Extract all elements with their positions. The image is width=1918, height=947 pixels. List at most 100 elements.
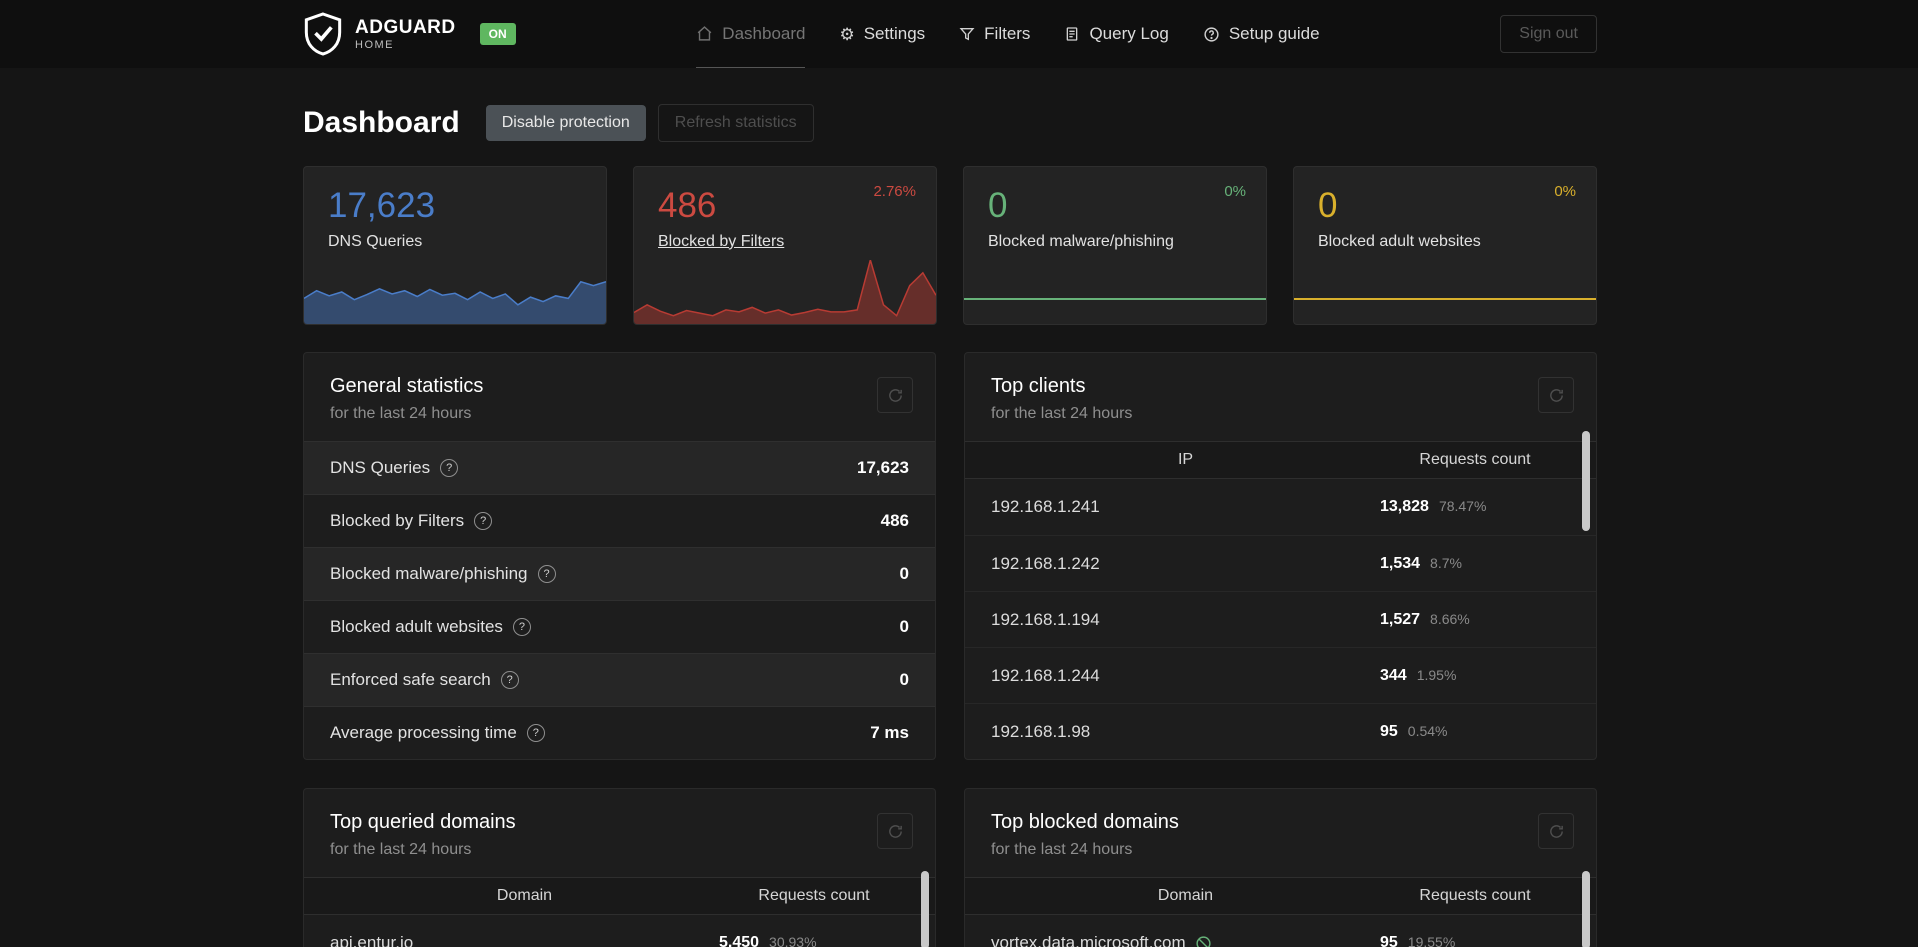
stats-row-value: 17,623 (857, 458, 909, 477)
refresh-icon-button[interactable] (1538, 813, 1574, 849)
top-queried-table-header: Domain Requests count (304, 877, 935, 915)
help-icon[interactable]: ? (440, 459, 459, 477)
refresh-statistics-button[interactable]: Refresh statistics (657, 104, 814, 142)
requests-percent: 1.95% (1416, 666, 1457, 683)
requests-count: 1,534 (1380, 554, 1421, 572)
dns-queries-value: 17,623 (328, 186, 436, 225)
stats-row-label: DNS Queries (330, 458, 431, 477)
nav-item-dashboard[interactable]: Dashboard (696, 0, 806, 68)
stats-row-value: 0 (899, 617, 909, 636)
stats-row-value: 486 (880, 511, 909, 530)
requests-percent: 19.55% (1407, 934, 1456, 947)
brand-subtitle: HOME (355, 38, 394, 51)
top-clients-title: Top clients (991, 375, 1086, 397)
stats-row-label: Blocked by Filters (330, 511, 465, 530)
help-icon[interactable]: ? (526, 724, 545, 742)
refresh-icon-button[interactable] (877, 813, 913, 849)
top-blocked-subtitle: for the last 24 hours (991, 841, 1133, 858)
refresh-icon (887, 823, 904, 840)
disable-protection-button[interactable]: Disable protection (485, 105, 646, 141)
adguard-shield-logo-icon (303, 12, 343, 56)
table-row: 192.168.1.242 1,534 8.7% (965, 535, 1596, 591)
help-icon[interactable]: ? (512, 618, 531, 636)
top-blocked-title: Top blocked domains (991, 811, 1179, 833)
stat-card-blocked-filters: 2.76% 486 Blocked by Filters (633, 166, 937, 325)
funnel-icon (959, 26, 975, 42)
client-ip[interactable]: 192.168.1.242 (991, 554, 1380, 574)
requests-count: 344 (1380, 666, 1407, 684)
column-header-ip: IP (1177, 451, 1194, 468)
stat-card-blocked-adult: 0% 0 Blocked adult websites (1293, 166, 1597, 325)
help-icon[interactable]: ? (537, 565, 556, 583)
client-ip[interactable]: 192.168.1.244 (991, 666, 1380, 686)
blocked-adult-flatline-chart (1294, 298, 1596, 300)
column-header-requests-count: Requests count (1419, 887, 1531, 904)
protection-on-badge: ON (479, 23, 516, 45)
blocked-malware-label: Blocked malware/phishing (988, 232, 1174, 250)
blocked-malware-percent: 0% (1224, 183, 1246, 200)
stats-row-value: 0 (899, 670, 909, 689)
requests-count: 5,450 (719, 934, 760, 947)
top-navbar: ADGUARD HOME ON Dashboard ⚙ Settings Fil… (0, 0, 1918, 68)
scrollbar-thumb[interactable] (1582, 431, 1590, 531)
home-icon (696, 25, 713, 42)
blocked-adult-value: 0 (1318, 186, 1338, 225)
brand-name: ADGUARD (355, 16, 456, 38)
nav-item-filters[interactable]: Filters (959, 0, 1030, 68)
refresh-icon (887, 387, 904, 404)
nav-item-query-log[interactable]: Query Log (1064, 0, 1169, 68)
refresh-icon-button[interactable] (1538, 377, 1574, 413)
stats-row-label: Blocked malware/phishing (330, 564, 528, 583)
stats-row: Blocked malware/phishing? 0 (304, 547, 935, 600)
table-row: 192.168.1.241 13,828 78.47% (965, 479, 1596, 535)
blocked-domain[interactable]: vortex.data.microsoft.com (991, 933, 1186, 947)
requests-percent: 30.93% (769, 934, 817, 947)
help-icon[interactable]: ? (500, 671, 519, 689)
blocked-tracker-icon[interactable] (1195, 935, 1212, 947)
general-statistics-rows: DNS Queries? 17,623 Blocked by Filters? … (304, 441, 935, 759)
stats-row: DNS Queries? 17,623 (304, 441, 935, 494)
stat-cards-row: 17,623 DNS Queries 2.76% 486 Blocked by … (303, 166, 1597, 325)
requests-count: 13,828 (1380, 498, 1429, 515)
brand[interactable]: ADGUARD HOME ON (303, 12, 516, 56)
top-blocked-domains-panel: Top blocked domains for the last 24 hour… (964, 788, 1597, 947)
requests-percent: 8.66% (1430, 610, 1470, 627)
client-ip[interactable]: 192.168.1.194 (991, 610, 1380, 630)
requests-count: 1,527 (1380, 610, 1421, 628)
blocked-malware-flatline-chart (964, 298, 1266, 300)
stat-card-dns-queries: 17,623 DNS Queries (303, 166, 607, 325)
table-row: 192.168.1.194 1,527 8.66% (965, 591, 1596, 647)
blocked-adult-label: Blocked adult websites (1318, 232, 1481, 250)
table-row: 192.168.1.244 344 1.95% (965, 647, 1596, 703)
top-queried-domains-panel: Top queried domains for the last 24 hour… (303, 788, 936, 947)
table-row: 192.168.1.98 95 0.54% (965, 703, 1596, 759)
nav-item-setup-guide[interactable]: Setup guide (1203, 0, 1320, 68)
scrollbar-thumb[interactable] (1582, 871, 1590, 947)
general-statistics-panel: General statistics for the last 24 hours… (303, 352, 936, 760)
sign-out-button[interactable]: Sign out (1500, 15, 1597, 53)
help-icon[interactable]: ? (474, 512, 493, 530)
nav-item-settings[interactable]: ⚙ Settings (839, 0, 925, 68)
requests-count: 95 (1380, 722, 1398, 740)
client-ip[interactable]: 192.168.1.241 (991, 497, 1380, 517)
scrollbar-thumb[interactable] (921, 871, 929, 947)
refresh-icon-button[interactable] (877, 377, 913, 413)
requests-percent: 78.47% (1438, 498, 1487, 514)
client-ip[interactable]: 192.168.1.98 (991, 722, 1380, 742)
top-clients-subtitle: for the last 24 hours (991, 405, 1133, 422)
stats-row-label: Blocked adult websites (330, 617, 503, 636)
stat-card-blocked-malware: 0% 0 Blocked malware/phishing (963, 166, 1267, 325)
general-statistics-title: General statistics (330, 375, 484, 397)
stats-row-label: Enforced safe search (330, 670, 491, 689)
refresh-icon (1548, 387, 1565, 404)
blocked-filters-percent: 2.76% (873, 183, 916, 200)
blocked-filters-link[interactable]: Blocked by Filters (658, 233, 784, 251)
stats-row-label: Average processing time (330, 723, 517, 742)
column-header-requests-count: Requests count (758, 887, 870, 904)
top-queried-title: Top queried domains (330, 811, 516, 833)
top-queried-subtitle: for the last 24 hours (330, 841, 472, 858)
queried-domain[interactable]: api.entur.io (330, 933, 719, 947)
dns-queries-label: DNS Queries (328, 232, 423, 250)
blocked-malware-value: 0 (988, 186, 1008, 225)
top-clients-table-header: IP Requests count (965, 441, 1596, 479)
